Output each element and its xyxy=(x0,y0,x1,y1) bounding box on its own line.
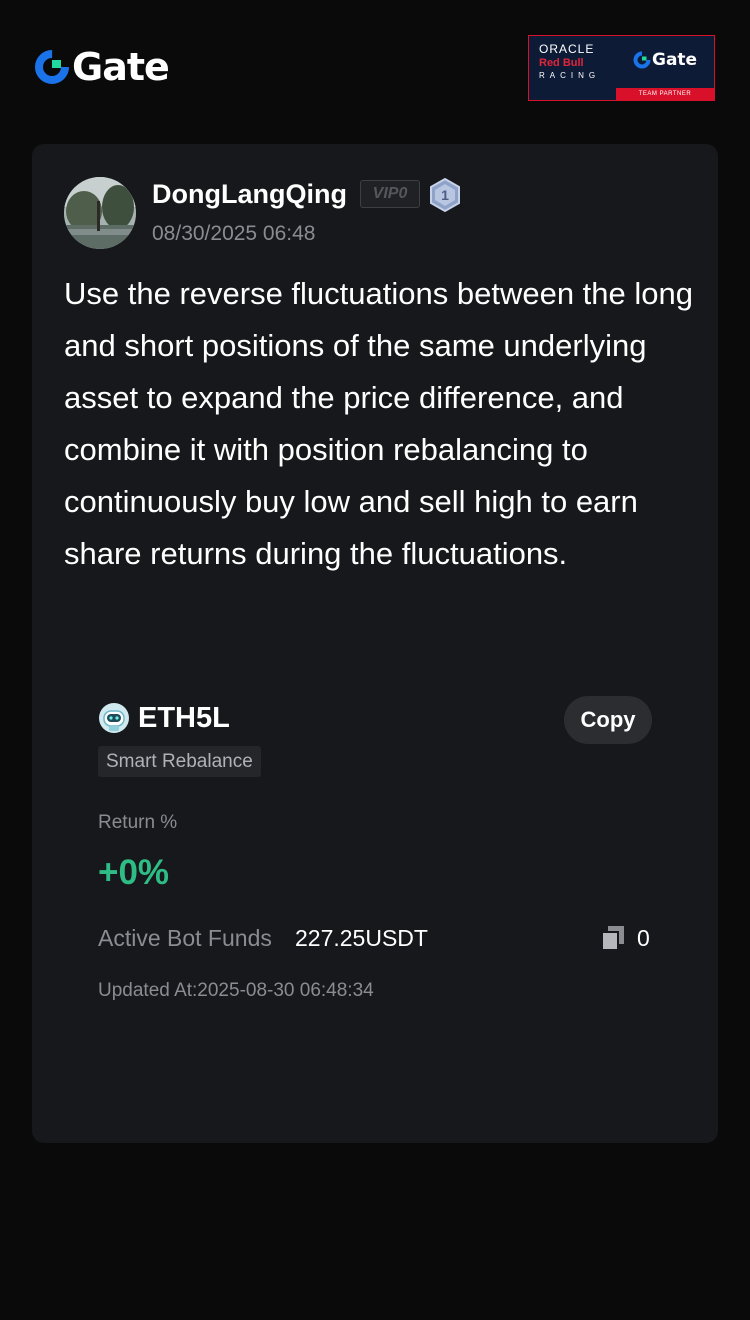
header: Gate ORACLE Red Bull RACING Gate TEAM PA… xyxy=(0,0,750,130)
robot-icon xyxy=(98,702,130,734)
post-timestamp: 08/30/2025 06:48 xyxy=(152,222,316,245)
level-shield-icon: 1 xyxy=(430,177,460,213)
gate-logo-icon xyxy=(35,50,69,84)
oracle-text: ORACLE xyxy=(539,42,595,56)
partner-gate-logo: Gate xyxy=(633,50,697,70)
return-label: Return % xyxy=(98,812,178,833)
strategy-tag: Smart Rebalance xyxy=(98,746,261,777)
partner-racing-logo: ORACLE Red Bull RACING xyxy=(539,42,619,82)
post-card: DongLangQing VIP0 1 08/30/2025 06:48 Use… xyxy=(32,144,718,1143)
partner-gate-text: Gate xyxy=(652,50,698,70)
avatar-photo xyxy=(64,177,136,249)
updated-at: Updated At:2025-08-30 06:48:34 xyxy=(98,980,374,1001)
active-bot-funds-value: 227.25USDT xyxy=(295,925,428,951)
redbull-text: Red Bull xyxy=(539,57,584,69)
active-bot-funds-label: Active Bot Funds xyxy=(98,925,272,951)
partner-banner: ORACLE Red Bull RACING Gate TEAM PARTNER xyxy=(528,35,715,101)
bot-name: ETH5L xyxy=(138,702,230,734)
copy-button[interactable]: Copy xyxy=(564,696,652,744)
logo-text: Gate xyxy=(72,45,170,89)
return-value: +0% xyxy=(98,853,170,892)
level-badge: 1 xyxy=(429,177,461,217)
racing-text: RACING xyxy=(539,71,601,80)
vip-badge: VIP0 xyxy=(360,180,420,208)
username[interactable]: DongLangQing xyxy=(152,178,347,210)
team-partner-label: TEAM PARTNER xyxy=(616,88,714,100)
level-number: 1 xyxy=(441,187,449,203)
avatar[interactable] xyxy=(64,177,136,249)
gate-logo-small-icon xyxy=(633,51,651,69)
post-body: Use the reverse fluctuations between the… xyxy=(64,276,693,571)
copies-count: 0 xyxy=(637,925,650,951)
gate-logo[interactable]: Gate xyxy=(34,45,170,89)
copies-icon xyxy=(600,925,626,951)
